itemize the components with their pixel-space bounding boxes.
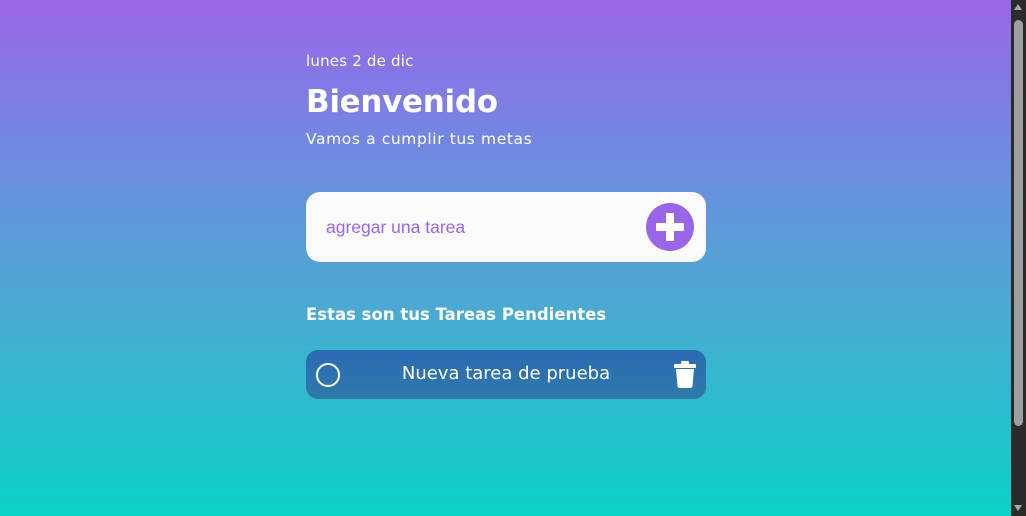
scroll-down-arrow-icon[interactable] <box>1014 505 1022 511</box>
app-background: lunes 2 de dic Bienvenido Vamos a cumpli… <box>0 0 1011 516</box>
add-task-form <box>306 192 706 262</box>
task-complete-toggle[interactable] <box>316 363 340 387</box>
current-date: lunes 2 de dic <box>306 52 414 70</box>
scrollbar-thumb[interactable] <box>1014 20 1023 426</box>
task-input[interactable] <box>326 213 626 241</box>
trash-icon <box>674 361 696 388</box>
page-subtitle: Vamos a cumplir tus metas <box>306 130 533 148</box>
task-item: Nueva tarea de prueba <box>306 350 706 399</box>
pending-tasks-heading: Estas son tus Tareas Pendientes <box>306 305 607 324</box>
task-text: Nueva tarea de prueba <box>401 363 611 384</box>
scroll-up-arrow-icon[interactable] <box>1014 4 1022 10</box>
page-title: Bienvenido <box>306 84 498 120</box>
delete-task-button[interactable] <box>673 361 697 388</box>
vertical-scrollbar[interactable] <box>1011 0 1026 516</box>
add-task-button[interactable] <box>646 203 694 251</box>
